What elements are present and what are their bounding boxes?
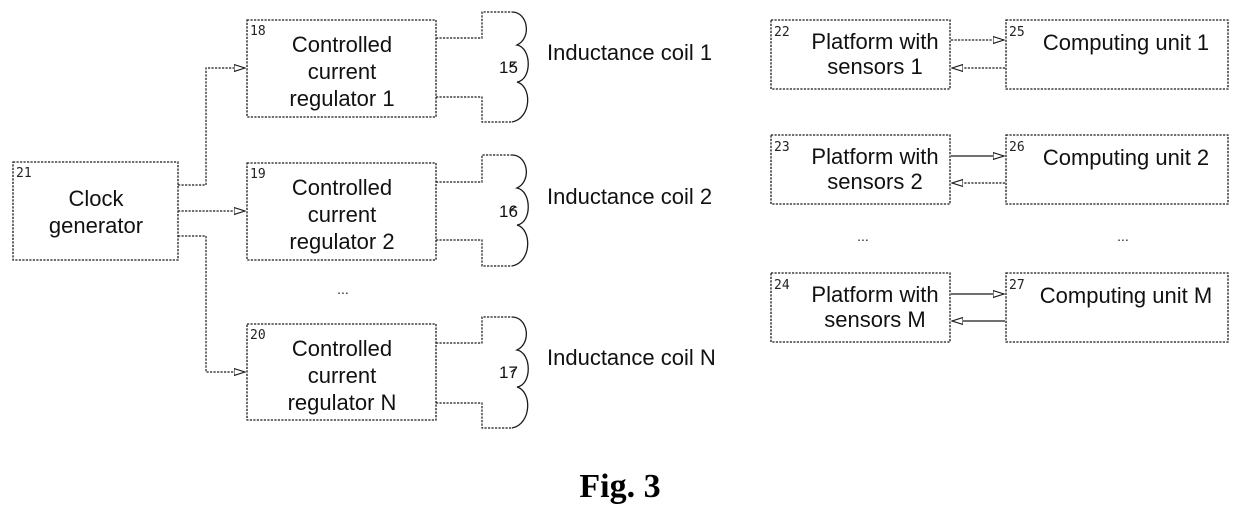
- ref-number: 20: [250, 328, 266, 343]
- platform-row-1: 22 Platform with sensors 1 25 Computing …: [770, 19, 1229, 90]
- inductance-coil-n: 17 Inductance coil N: [436, 316, 716, 429]
- ellipsis: ...: [1117, 228, 1129, 244]
- block-label-line: regulator 2: [289, 229, 394, 254]
- ref-number: 18: [250, 24, 266, 39]
- block-label: Computing unit M: [1040, 283, 1212, 308]
- block-label: Computing unit 1: [1043, 30, 1209, 55]
- coil-wire: [436, 154, 512, 183]
- regulator-block-1: 18 Controlled current regulator 1: [246, 19, 437, 118]
- connector-arrow: [178, 68, 245, 186]
- block-label-line: Platform with: [811, 144, 938, 169]
- block-diagram: 21 Clock generator 18 Controlled current…: [12, 11, 1229, 505]
- block-label-line: sensors M: [824, 307, 925, 332]
- figure-caption: Fig. 3: [579, 468, 660, 505]
- ref-number: 27: [1009, 278, 1025, 293]
- block-label-line: current: [308, 202, 376, 227]
- coil-label: Inductance coil N: [547, 345, 716, 370]
- platform-row-m: 24 Platform with sensors M 27 Computing …: [770, 272, 1229, 343]
- block-label-line: Controlled: [292, 336, 392, 361]
- ellipsis: ...: [337, 281, 349, 297]
- regulator-block-n: 20 Controlled current regulator N: [246, 323, 437, 421]
- ref-number: 21: [16, 166, 32, 181]
- block-label-line: sensors 1: [827, 54, 922, 79]
- ref-number: 19: [250, 167, 266, 182]
- block-label-line: current: [308, 363, 376, 388]
- coil-wire: [436, 402, 512, 429]
- block-label-line: regulator 1: [289, 86, 394, 111]
- ref-number: 15: [499, 58, 518, 77]
- ellipsis: ...: [857, 228, 869, 244]
- block-label-line: Platform with: [811, 282, 938, 307]
- connector-arrow: [178, 235, 245, 372]
- coil-wire: [436, 96, 512, 123]
- ref-number: 25: [1009, 25, 1025, 40]
- block-label-line: current: [308, 59, 376, 84]
- block-label-line: Clock: [68, 186, 124, 211]
- block-label-line: Controlled: [292, 32, 392, 57]
- inductance-coil-1: 15 Inductance coil 1: [436, 11, 712, 123]
- ref-number: 26: [1009, 140, 1025, 155]
- block-label-line: generator: [49, 213, 143, 238]
- inductance-coil-2: 16 Inductance coil 2: [436, 154, 712, 267]
- coil-label: Inductance coil 2: [547, 184, 712, 209]
- coil-wire: [436, 316, 512, 344]
- coil-label: Inductance coil 1: [547, 40, 712, 65]
- ref-number: 24: [774, 278, 790, 293]
- block-label-line: regulator N: [288, 390, 397, 415]
- regulator-block-2: 19 Controlled current regulator 2: [246, 162, 437, 261]
- platform-row-2: 23 Platform with sensors 2 26 Computing …: [770, 134, 1229, 205]
- ref-number: 16: [499, 202, 518, 221]
- coil-wire: [436, 11, 512, 39]
- ref-number: 23: [774, 140, 790, 155]
- block-label: Computing unit 2: [1043, 145, 1209, 170]
- coil-wire: [436, 239, 512, 267]
- block-label-line: Controlled: [292, 175, 392, 200]
- block-label-line: sensors 2: [827, 169, 922, 194]
- block-label-line: Platform with: [811, 29, 938, 54]
- clock-generator-block: 21 Clock generator: [12, 161, 179, 261]
- clock-connectors: [178, 68, 245, 372]
- ref-number: 17: [499, 363, 518, 382]
- ref-number: 22: [774, 25, 790, 40]
